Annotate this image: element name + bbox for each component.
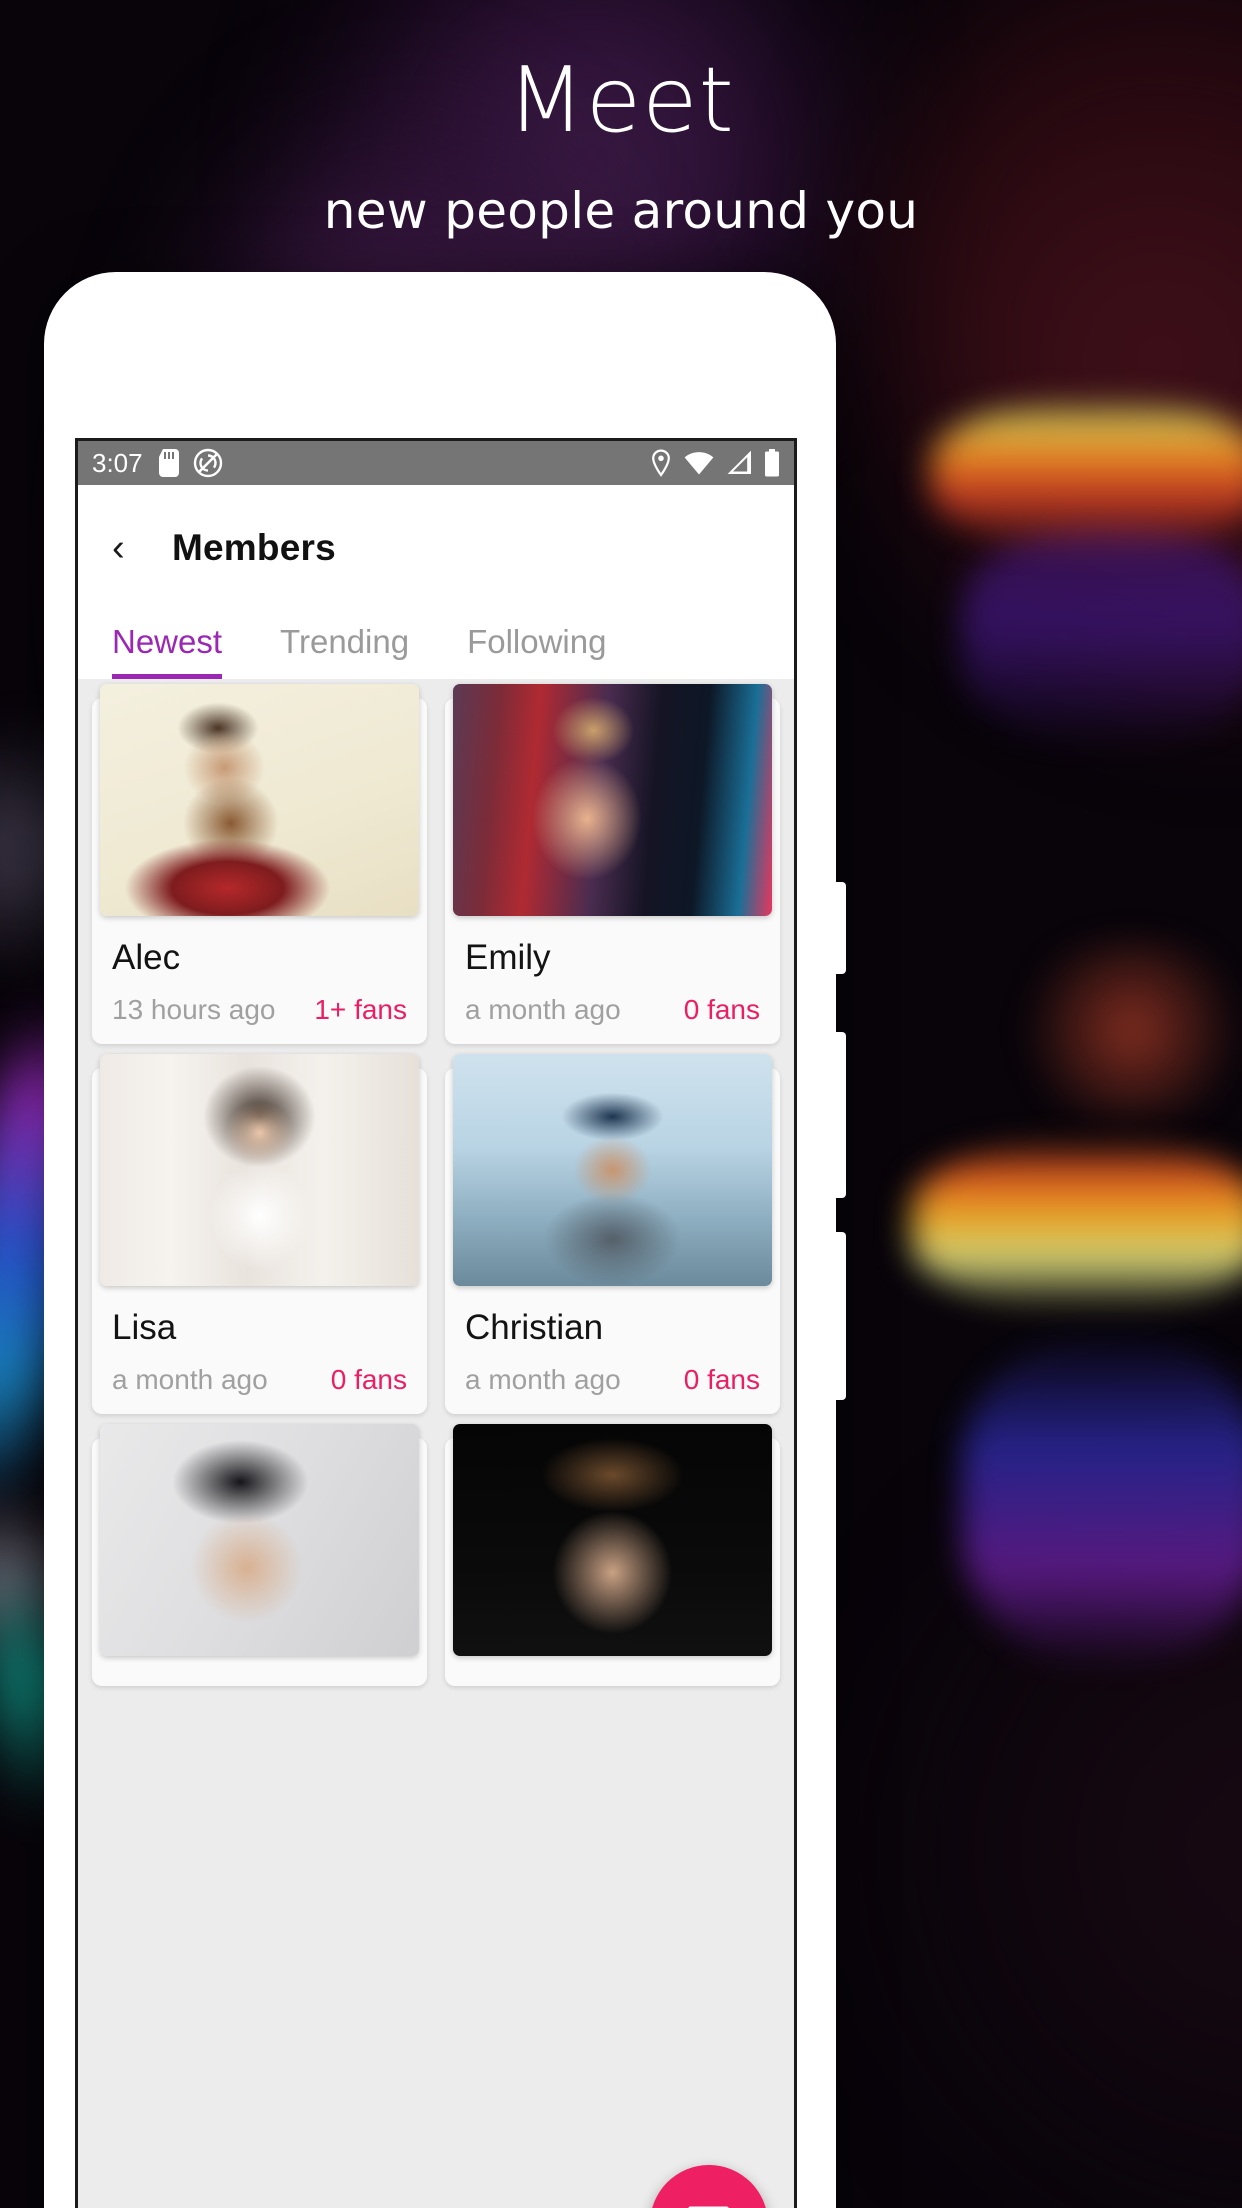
member-photo [453, 684, 772, 916]
sync-disabled-icon [193, 448, 222, 478]
back-button[interactable]: ‹ [112, 529, 152, 567]
tab-bar: Newest Trending Following [78, 611, 794, 680]
bg-band-orange-top [932, 400, 1242, 550]
battery-icon [765, 449, 779, 477]
member-fans-count: 0 fans [683, 994, 760, 1025]
location-pin-icon [652, 449, 670, 477]
promo-title: Meet [507, 48, 735, 153]
page-title: Members [172, 527, 336, 568]
tab-trending[interactable]: Trending [280, 611, 409, 679]
bg-band-violet [962, 520, 1242, 750]
member-photo [100, 1054, 419, 1286]
phone-screen: 3:07 ‹ Members Newest Trending Following… [75, 438, 797, 2208]
member-card[interactable]: Emily a month ago 0 fans [445, 684, 780, 1044]
login-arrow-into-box-icon [688, 2206, 729, 2208]
phone-button-top [836, 882, 846, 974]
phone-button-bottom [836, 1232, 846, 1400]
member-timestamp: a month ago [112, 1364, 268, 1395]
member-name: Alec [112, 938, 181, 977]
member-timestamp: 13 hours ago [112, 994, 276, 1025]
phone-button-middle [836, 1032, 846, 1198]
bg-band-orange-mid [912, 1140, 1242, 1310]
member-name [445, 1656, 780, 1678]
bg-band-blue [962, 1330, 1242, 1670]
tab-newest[interactable]: Newest [112, 611, 223, 679]
member-card[interactable]: Christian a month ago 0 fans [445, 1054, 780, 1414]
cellular-signal-icon [727, 451, 751, 474]
sign-in-fab[interactable] [650, 2165, 768, 2208]
member-name [92, 1656, 427, 1678]
member-card[interactable]: Lisa a month ago 0 fans [92, 1054, 427, 1414]
phone-mockup: 3:07 ‹ Members Newest Trending Following… [44, 272, 846, 2208]
member-fans-count: 0 fans [330, 1364, 407, 1395]
member-timestamp: a month ago [465, 1364, 621, 1395]
member-photo [453, 1054, 772, 1286]
member-name: Lisa [112, 1308, 177, 1347]
app-bar: ‹ Members [78, 485, 794, 611]
members-row [92, 1424, 780, 1686]
member-card[interactable]: Alec 13 hours ago 1+ fans [92, 684, 427, 1044]
member-card[interactable] [445, 1424, 780, 1686]
sd-card-icon [158, 449, 179, 477]
member-fans-count: 0 fans [683, 1364, 760, 1395]
member-photo [453, 1424, 772, 1656]
status-bar-clock: 3:07 [92, 447, 143, 478]
status-bar: 3:07 [78, 441, 794, 485]
bg-band-red-glow [1002, 940, 1242, 1120]
member-name: Christian [465, 1308, 604, 1347]
members-row: Alec 13 hours ago 1+ fans Emily a month … [92, 684, 780, 1044]
member-timestamp: a month ago [465, 994, 621, 1025]
members-grid[interactable]: Alec 13 hours ago 1+ fans Emily a month … [78, 680, 794, 2208]
member-photo [100, 1424, 419, 1656]
members-row: Lisa a month ago 0 fans Christian a mont… [92, 1054, 780, 1414]
member-name: Emily [465, 938, 551, 977]
member-photo [100, 684, 419, 916]
wifi-icon [684, 452, 714, 475]
tab-following[interactable]: Following [467, 611, 606, 679]
promo-subtitle: new people around you [323, 182, 919, 240]
member-fans-count: 1+ fans [314, 994, 407, 1025]
promo-headline-block: Meet new people around you [0, 0, 1242, 241]
member-card[interactable] [92, 1424, 427, 1686]
